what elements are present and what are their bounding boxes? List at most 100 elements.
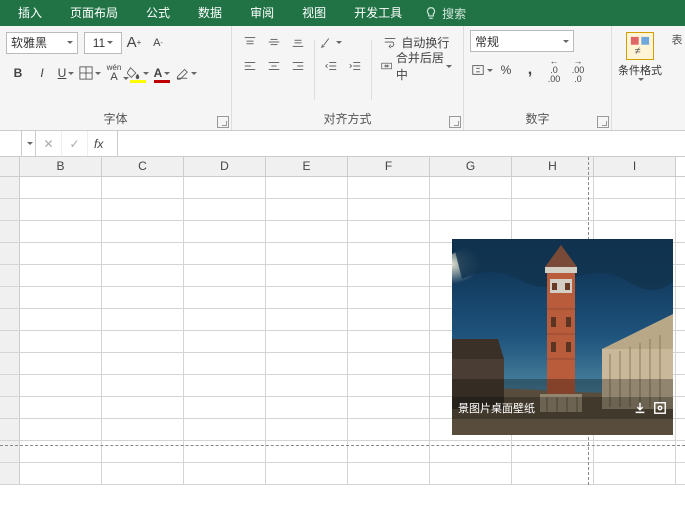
cell[interactable]: [266, 397, 348, 418]
cell[interactable]: [266, 287, 348, 308]
cell[interactable]: [184, 375, 266, 396]
cell[interactable]: [20, 331, 102, 352]
bold-button[interactable]: B: [7, 62, 29, 84]
cell[interactable]: [430, 177, 512, 198]
cell[interactable]: [20, 397, 102, 418]
cell[interactable]: [348, 309, 430, 330]
row-header[interactable]: [0, 397, 20, 418]
row-header[interactable]: [0, 463, 20, 484]
align-right-button[interactable]: [287, 55, 309, 77]
grow-font-button[interactable]: A+: [123, 32, 145, 54]
row-header[interactable]: [0, 221, 20, 242]
column-header[interactable]: F: [348, 157, 430, 176]
align-left-button[interactable]: [239, 55, 261, 77]
tab-view[interactable]: 视图: [288, 0, 340, 26]
increase-decimal-button[interactable]: ←.0.00: [543, 59, 565, 81]
cell[interactable]: [184, 309, 266, 330]
cell[interactable]: [348, 199, 430, 220]
cell[interactable]: [184, 243, 266, 264]
cell[interactable]: [102, 199, 184, 220]
alignment-dialog-launcher[interactable]: [449, 116, 461, 128]
number-dialog-launcher[interactable]: [597, 116, 609, 128]
tab-data[interactable]: 数据: [184, 0, 236, 26]
cell[interactable]: [266, 309, 348, 330]
increase-indent-button[interactable]: [344, 55, 366, 77]
borders-button[interactable]: [79, 62, 101, 84]
orientation-button[interactable]: [320, 31, 342, 53]
comma-style-button[interactable]: ,: [519, 59, 541, 81]
font-dialog-launcher[interactable]: [217, 116, 229, 128]
cell[interactable]: [266, 419, 348, 440]
cell[interactable]: [512, 177, 594, 198]
tab-review[interactable]: 审阅: [236, 0, 288, 26]
cell[interactable]: [102, 419, 184, 440]
cell[interactable]: [184, 353, 266, 374]
cell[interactable]: [102, 243, 184, 264]
cell[interactable]: [102, 265, 184, 286]
formula-input[interactable]: [118, 131, 685, 156]
cell[interactable]: [266, 463, 348, 484]
row-header[interactable]: [0, 243, 20, 264]
cell[interactable]: [266, 265, 348, 286]
confirm-entry-button[interactable]: ✓: [62, 131, 88, 156]
cell[interactable]: [20, 375, 102, 396]
cell[interactable]: [266, 243, 348, 264]
cell[interactable]: [348, 353, 430, 374]
cancel-entry-button[interactable]: ✕: [36, 131, 62, 156]
decrease-indent-button[interactable]: [320, 55, 342, 77]
cell[interactable]: [266, 199, 348, 220]
merge-center-button[interactable]: 合并后居中: [377, 55, 456, 77]
cell[interactable]: [348, 265, 430, 286]
cell[interactable]: [20, 221, 102, 242]
cell[interactable]: [430, 463, 512, 484]
pinyin-guide-button[interactable]: wén A: [103, 62, 125, 84]
cell[interactable]: [184, 287, 266, 308]
cell[interactable]: [184, 331, 266, 352]
cell[interactable]: [102, 287, 184, 308]
cell[interactable]: [184, 177, 266, 198]
cell[interactable]: [266, 353, 348, 374]
cell[interactable]: [594, 199, 676, 220]
tab-page-layout[interactable]: 页面布局: [56, 0, 132, 26]
cell[interactable]: [20, 199, 102, 220]
align-top-button[interactable]: [239, 31, 261, 53]
cell[interactable]: [266, 331, 348, 352]
expand-icon[interactable]: [653, 401, 667, 415]
cell[interactable]: [20, 177, 102, 198]
font-color-button[interactable]: A: [151, 62, 173, 84]
cell[interactable]: [102, 397, 184, 418]
column-header[interactable]: D: [184, 157, 266, 176]
align-bottom-button[interactable]: [287, 31, 309, 53]
row-header[interactable]: [0, 419, 20, 440]
row-header[interactable]: [0, 331, 20, 352]
inserted-picture[interactable]: 景图片桌面壁纸: [452, 239, 673, 435]
cell[interactable]: [594, 177, 676, 198]
cell[interactable]: [20, 463, 102, 484]
cell[interactable]: [430, 199, 512, 220]
number-format-combo[interactable]: 常规: [470, 30, 574, 52]
percent-button[interactable]: %: [495, 59, 517, 81]
shrink-font-button[interactable]: A-: [147, 32, 169, 54]
name-box-dropdown[interactable]: [22, 131, 36, 156]
download-icon[interactable]: [633, 401, 647, 415]
row-header[interactable]: [0, 177, 20, 198]
cell[interactable]: [348, 375, 430, 396]
column-header[interactable]: G: [430, 157, 512, 176]
row-header[interactable]: [0, 375, 20, 396]
cell[interactable]: [184, 397, 266, 418]
font-size-combo[interactable]: 11: [84, 32, 122, 54]
cell[interactable]: [266, 221, 348, 242]
tab-developer[interactable]: 开发工具: [340, 0, 416, 26]
cell[interactable]: [20, 243, 102, 264]
cell[interactable]: [348, 397, 430, 418]
column-header[interactable]: B: [20, 157, 102, 176]
decrease-decimal-button[interactable]: →.00.0: [567, 59, 589, 81]
cell[interactable]: [266, 375, 348, 396]
cell[interactable]: [184, 265, 266, 286]
cell[interactable]: [20, 419, 102, 440]
tab-formulas[interactable]: 公式: [132, 0, 184, 26]
cell[interactable]: [102, 331, 184, 352]
cell[interactable]: [20, 309, 102, 330]
row-header[interactable]: [0, 199, 20, 220]
tab-insert[interactable]: 插入: [4, 0, 56, 26]
